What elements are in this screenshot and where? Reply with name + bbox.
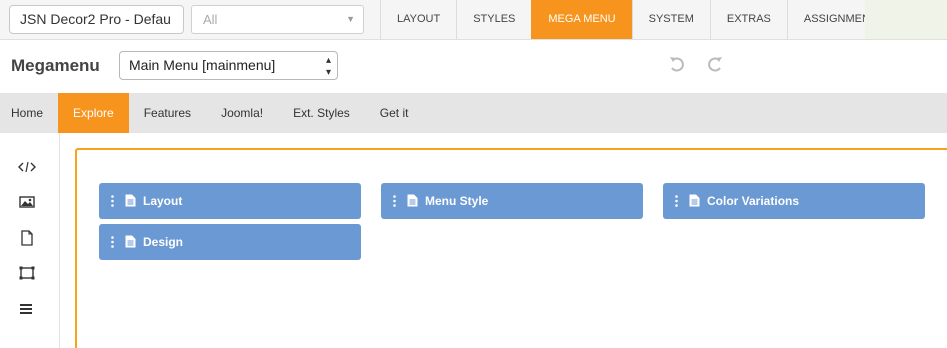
element-toolbar: [0, 133, 60, 348]
template-name-field[interactable]: JSN Decor2 Pro - Defau: [9, 5, 184, 34]
code-icon[interactable]: [18, 159, 36, 175]
drag-handle-icon[interactable]: [111, 195, 114, 207]
menu-select-value: Main Menu [mainmenu]: [129, 57, 276, 73]
megamenu-bar: Home Explore Features Joomla! Ext. Style…: [0, 93, 947, 133]
menu-item-ext-styles[interactable]: Ext. Styles: [278, 93, 365, 133]
undo-icon: [670, 57, 684, 72]
file-icon[interactable]: [18, 230, 36, 246]
drag-handle-icon[interactable]: [111, 236, 114, 248]
block-menu-style[interactable]: Menu Style: [381, 183, 643, 219]
menu-item-explore[interactable]: Explore: [58, 93, 129, 133]
block-layout[interactable]: Layout: [99, 183, 361, 219]
menu-select[interactable]: Main Menu [mainmenu] ▴ ▾: [119, 51, 338, 80]
top-bar: JSN Decor2 Pro - Defau All ▼ LAYOUT STYL…: [0, 0, 947, 40]
menu-item-joomla[interactable]: Joomla!: [206, 93, 278, 133]
page-title: Megamenu: [11, 56, 100, 75]
block-label: Menu Style: [425, 194, 489, 208]
main-tabs: LAYOUT STYLES MEGA MENU SYSTEM EXTRAS AS…: [380, 0, 894, 39]
redo-button[interactable]: [706, 54, 724, 74]
tab-system[interactable]: SYSTEM: [631, 0, 710, 39]
tab-strip-filler: [865, 0, 947, 39]
frame-icon[interactable]: [18, 265, 36, 281]
block-label: Design: [143, 235, 184, 249]
filter-select-value: All: [203, 12, 218, 27]
image-icon[interactable]: [18, 194, 36, 210]
menu-icon[interactable]: [18, 301, 36, 317]
drag-handle-icon[interactable]: [675, 195, 678, 207]
block-design[interactable]: Design: [99, 224, 361, 260]
menu-item-get-it[interactable]: Get it: [365, 93, 424, 133]
document-icon: [689, 194, 700, 207]
chevron-down-icon: ▼: [346, 14, 355, 24]
select-arrows-icon: ▴ ▾: [325, 55, 331, 78]
megamenu-panel: Layout Menu Style Color Variations Desig…: [75, 148, 947, 348]
undo-button[interactable]: [668, 54, 686, 74]
redo-icon: [708, 57, 722, 72]
menu-item-features[interactable]: Features: [129, 93, 206, 133]
drag-handle-icon[interactable]: [393, 195, 396, 207]
document-icon: [125, 235, 136, 248]
filter-select[interactable]: All ▼: [191, 5, 364, 34]
menu-item-home[interactable]: Home: [0, 93, 58, 133]
block-label: Color Variations: [707, 194, 800, 208]
tab-styles[interactable]: STYLES: [456, 0, 531, 39]
document-icon: [125, 194, 136, 207]
tab-layout[interactable]: LAYOUT: [380, 0, 456, 39]
tab-mega-menu[interactable]: MEGA MENU: [531, 0, 632, 39]
tab-extras[interactable]: EXTRAS: [709, 0, 787, 39]
block-color-variations[interactable]: Color Variations: [663, 183, 925, 219]
block-label: Layout: [143, 194, 183, 208]
document-icon: [407, 194, 418, 207]
